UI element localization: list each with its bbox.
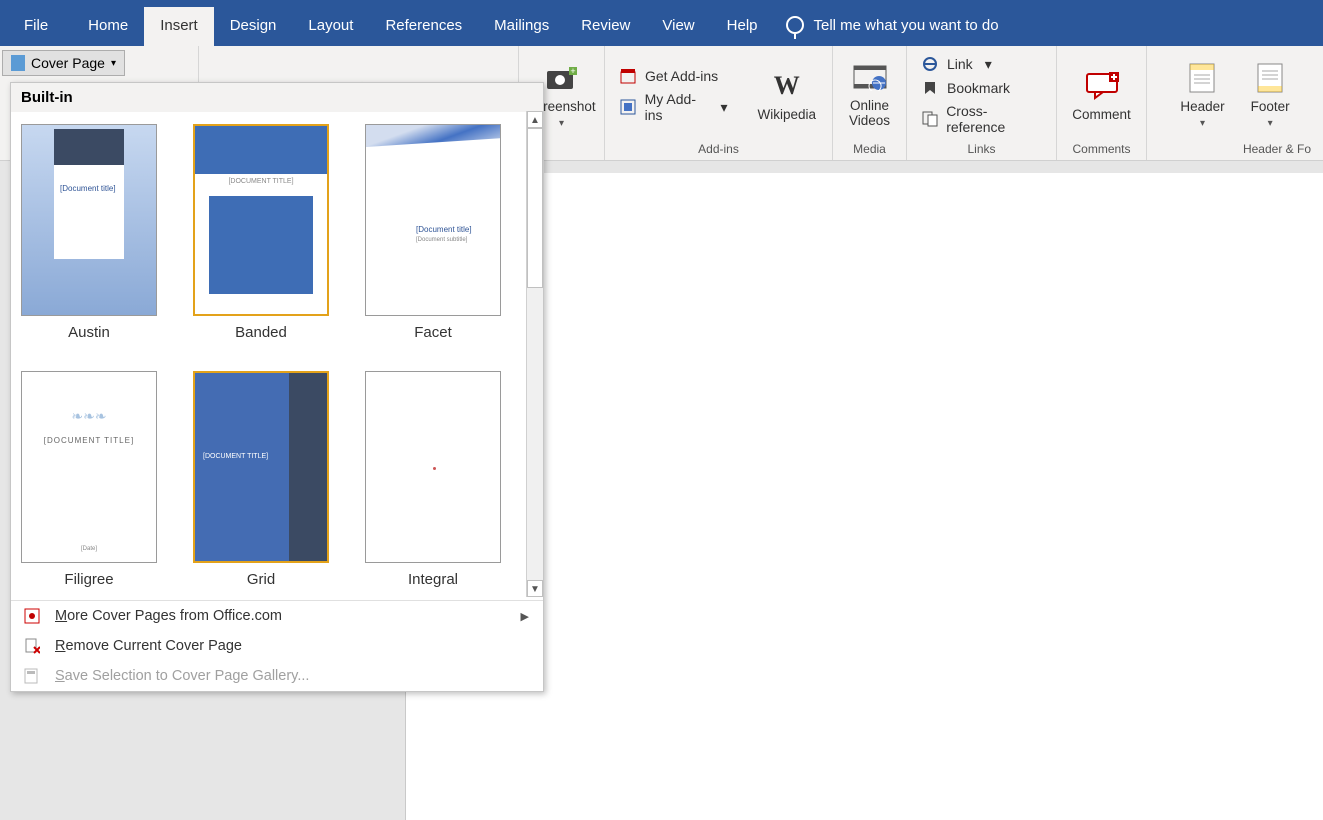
- template-name: Integral: [363, 571, 503, 588]
- cover-page-label: Cover Page: [31, 55, 105, 71]
- header-label: Header: [1180, 99, 1224, 114]
- save-to-gallery-label: Save Selection to Cover Page Gallery...: [55, 668, 309, 684]
- link-icon: [921, 55, 939, 73]
- gallery-section-header: Built-in: [11, 83, 543, 112]
- footer-button[interactable]: Footer ▾: [1243, 59, 1298, 131]
- template-integral[interactable]: Integral: [363, 371, 503, 588]
- tab-view[interactable]: View: [646, 7, 710, 46]
- store-icon: [619, 67, 637, 85]
- tab-layout[interactable]: Layout: [292, 7, 369, 46]
- link-button[interactable]: Link ▾: [915, 52, 1048, 76]
- wikipedia-icon: W: [770, 69, 804, 103]
- ribbon-group-media: OnlineVideos Media: [833, 46, 907, 160]
- cover-page-icon: [11, 55, 25, 71]
- svg-text:+: +: [570, 66, 575, 76]
- bookmark-icon: [921, 79, 939, 97]
- remove-cover-page-item[interactable]: Remove Current Cover Page: [11, 631, 543, 661]
- footer-label: Footer: [1251, 99, 1290, 114]
- header-button[interactable]: Header ▾: [1172, 59, 1232, 131]
- wikipedia-button[interactable]: W Wikipedia: [749, 67, 824, 124]
- template-name: Austin: [19, 324, 159, 341]
- comment-icon: [1085, 69, 1119, 103]
- template-name: Banded: [191, 324, 331, 341]
- addins-icon: [619, 98, 637, 116]
- template-austin[interactable]: [Document title] Austin: [19, 124, 159, 341]
- template-facet[interactable]: [Document title][Document subtitle] Face…: [363, 124, 503, 341]
- tab-references[interactable]: References: [369, 7, 478, 46]
- group-label-comments: Comments: [1072, 140, 1130, 158]
- footer-icon: [1253, 61, 1287, 95]
- bookmark-button[interactable]: Bookmark: [915, 76, 1048, 100]
- gallery-scrollbar[interactable]: ▲ ▼: [526, 111, 543, 597]
- tab-design[interactable]: Design: [214, 7, 293, 46]
- tab-insert[interactable]: Insert: [144, 7, 214, 46]
- group-label-links: Links: [967, 140, 995, 158]
- template-banded[interactable]: [DOCUMENT TITLE] Banded: [191, 124, 331, 341]
- tell-me-label: Tell me what you want to do: [814, 17, 999, 34]
- camera-icon: +: [545, 61, 579, 95]
- gallery-grid: [Document title] Austin [DOCUMENT TITLE]…: [11, 112, 543, 600]
- chevron-down-icon: ▾: [720, 99, 727, 116]
- ribbon-group-headerfooter: Header ▾ Footer ▾ Header & Fo: [1147, 46, 1323, 160]
- scroll-up-icon[interactable]: ▲: [527, 111, 543, 128]
- tab-file[interactable]: File: [0, 7, 72, 46]
- tab-help[interactable]: Help: [711, 7, 774, 46]
- scroll-down-icon[interactable]: ▼: [527, 580, 543, 597]
- ribbon-group-links: Link ▾ Bookmark Cross-reference Links: [907, 46, 1057, 160]
- wikipedia-label: Wikipedia: [757, 107, 816, 122]
- ribbon-group-addins: Get Add-ins My Add-ins ▾ W Wikipedia Add…: [605, 46, 833, 160]
- my-addins-button[interactable]: My Add-ins ▾: [613, 88, 733, 126]
- chevron-down-icon: ▾: [1268, 118, 1273, 129]
- cross-reference-label: Cross-reference: [946, 103, 1042, 135]
- group-label-media: Media: [853, 140, 886, 158]
- submenu-arrow-icon: ▶: [521, 610, 529, 623]
- group-label-addins: Add-ins: [698, 140, 739, 158]
- comment-button[interactable]: Comment: [1064, 67, 1139, 124]
- header-icon: [1185, 61, 1219, 95]
- scroll-thumb[interactable]: [527, 128, 543, 288]
- get-addins-button[interactable]: Get Add-ins: [613, 64, 733, 88]
- my-addins-label: My Add-ins: [645, 91, 713, 123]
- office-icon: [23, 607, 41, 625]
- gallery-footer-menu: More Cover Pages from Office.com ▶ Remov…: [11, 600, 543, 691]
- more-cover-pages-label: More Cover Pages from Office.com: [55, 608, 282, 624]
- template-grid[interactable]: [DOCUMENT TITLE] Grid: [191, 371, 331, 588]
- chevron-down-icon: ▾: [559, 118, 564, 129]
- bookmark-label: Bookmark: [947, 80, 1010, 96]
- lightbulb-icon: [786, 16, 804, 34]
- online-videos-button[interactable]: OnlineVideos: [841, 59, 898, 131]
- tell-me-search[interactable]: Tell me what you want to do: [774, 16, 1011, 46]
- tab-mailings[interactable]: Mailings: [478, 7, 565, 46]
- group-label-headerfooter: Header & Fo: [1243, 140, 1315, 158]
- ribbon-tab-bar: File Home Insert Design Layout Reference…: [0, 0, 1323, 46]
- get-addins-label: Get Add-ins: [645, 68, 718, 84]
- chevron-down-icon: ▾: [1200, 118, 1205, 129]
- online-videos-label: OnlineVideos: [849, 99, 890, 129]
- template-name: Grid: [191, 571, 331, 588]
- cross-reference-icon: [921, 110, 938, 128]
- ribbon-group-comments: Comment Comments: [1057, 46, 1147, 160]
- comment-label: Comment: [1072, 107, 1131, 122]
- cover-page-button[interactable]: Cover Page ▾: [2, 50, 125, 76]
- cover-page-gallery: Built-in [Document title] Austin [DOCUME…: [10, 82, 544, 692]
- save-gallery-icon: [23, 667, 41, 685]
- more-cover-pages-item[interactable]: More Cover Pages from Office.com ▶: [11, 601, 543, 631]
- remove-cover-page-label: Remove Current Cover Page: [55, 638, 242, 654]
- template-name: Facet: [363, 324, 503, 341]
- video-icon: [853, 61, 887, 95]
- template-name: Filigree: [19, 571, 159, 588]
- tab-review[interactable]: Review: [565, 7, 646, 46]
- save-to-gallery-item: Save Selection to Cover Page Gallery...: [11, 661, 543, 691]
- link-label: Link: [947, 56, 973, 72]
- chevron-down-icon: ▾: [985, 56, 992, 73]
- remove-icon: [23, 637, 41, 655]
- chevron-down-icon: ▾: [111, 58, 116, 69]
- template-filigree[interactable]: ❧❧❧[DOCUMENT TITLE][Date] Filigree: [19, 371, 159, 588]
- cross-reference-button[interactable]: Cross-reference: [915, 100, 1048, 138]
- tab-home[interactable]: Home: [72, 7, 144, 46]
